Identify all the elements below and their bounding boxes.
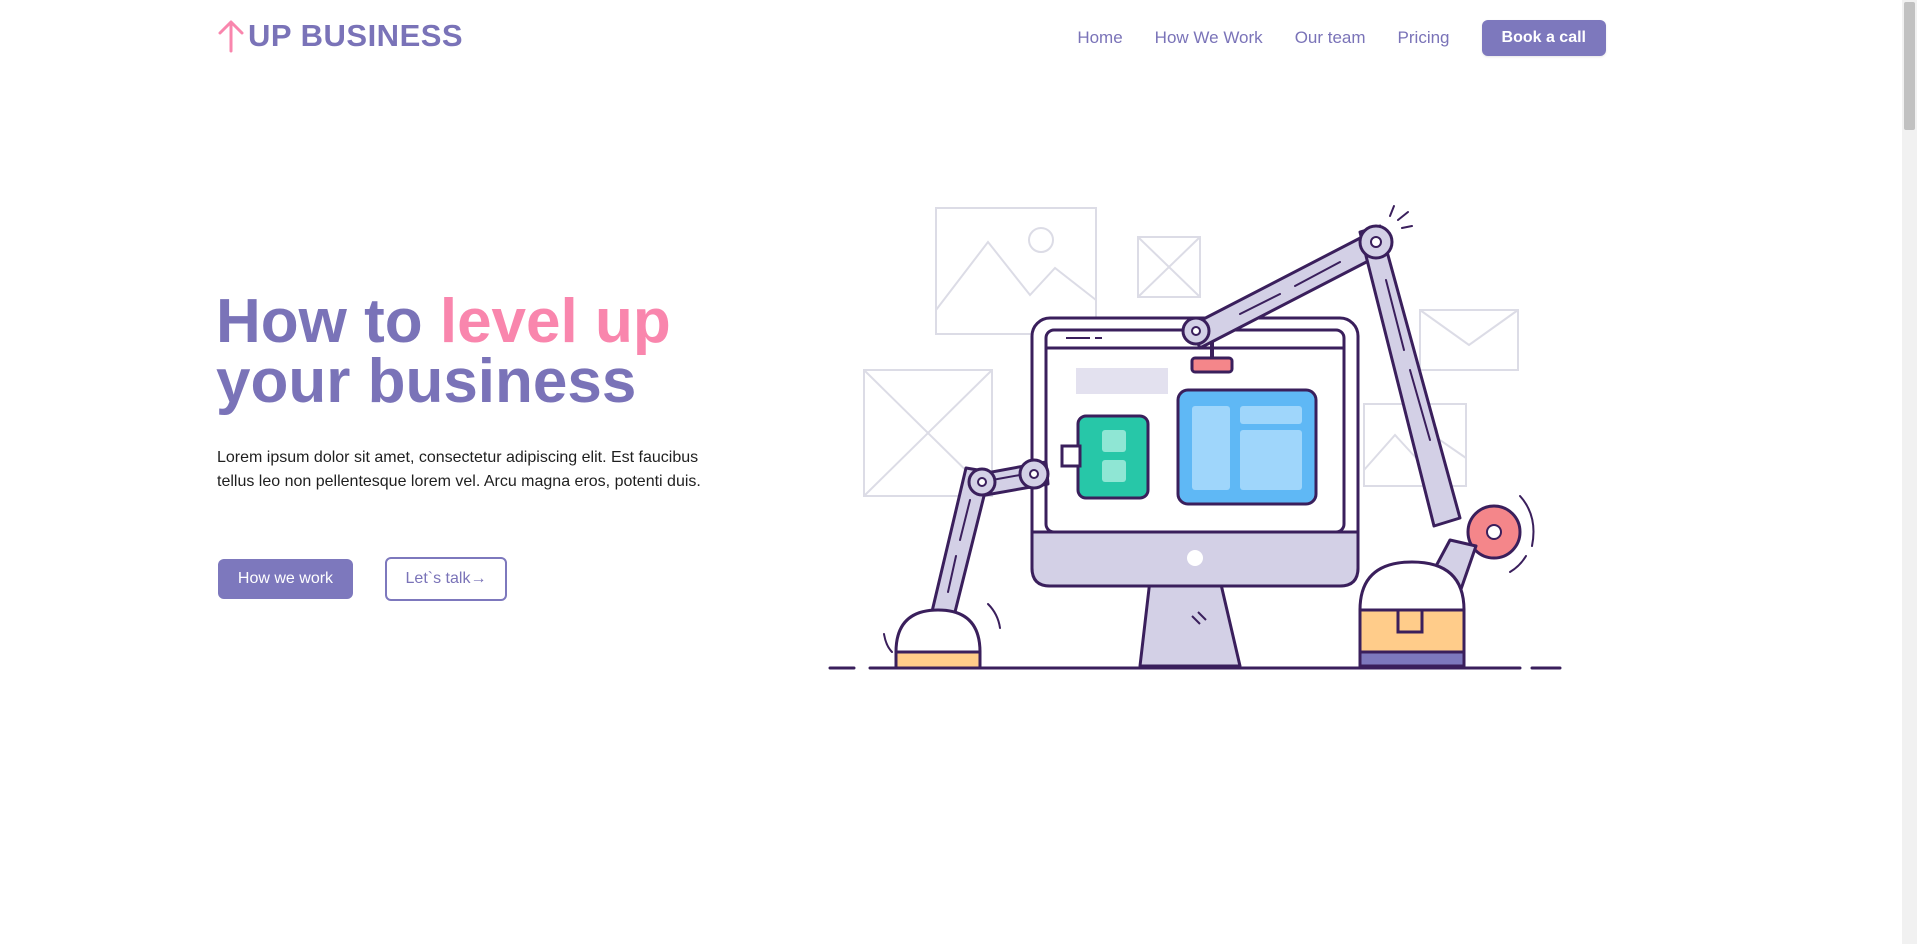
hero-title-part1: How to [216, 287, 440, 356]
up-arrow-icon [218, 20, 244, 53]
brand-logo[interactable]: UP BUSINESS [216, 18, 463, 54]
nav-link-our-team[interactable]: Our team [1295, 28, 1366, 48]
scrollbar-thumb[interactable] [1904, 2, 1915, 130]
arrow-right-icon: → [470, 570, 487, 587]
nav-link-pricing[interactable]: Pricing [1398, 28, 1450, 48]
how-we-work-button[interactable]: How we work [218, 559, 353, 599]
image-placeholder-icon [935, 207, 1097, 335]
hero-title-accent: level up [439, 287, 671, 356]
nav-link-how-we-work[interactable]: How We Work [1155, 28, 1263, 48]
mail-placeholder-icon [1419, 309, 1519, 371]
book-call-button[interactable]: Book a call [1481, 20, 1606, 56]
top-navbar: UP BUSINESS Home How We Work Our team Pr… [0, 0, 1902, 78]
nav-link-home[interactable]: Home [1077, 28, 1122, 48]
main-menu: Home How We Work Our team Pricing Book a… [1077, 20, 1606, 56]
hero-description: Lorem ipsum dolor sit amet, consectetur … [217, 449, 701, 490]
lets-talk-button[interactable]: Let`s talk→ [385, 557, 507, 601]
lets-talk-label: Let`s talk [405, 570, 471, 587]
brand-name: UP BUSINESS [248, 18, 464, 53]
hero-title: How to level up your business [216, 291, 671, 413]
robot-factory-illustration [828, 205, 1562, 670]
hero-title-part2: your business [216, 347, 637, 416]
vertical-scrollbar[interactable] [1902, 0, 1917, 944]
